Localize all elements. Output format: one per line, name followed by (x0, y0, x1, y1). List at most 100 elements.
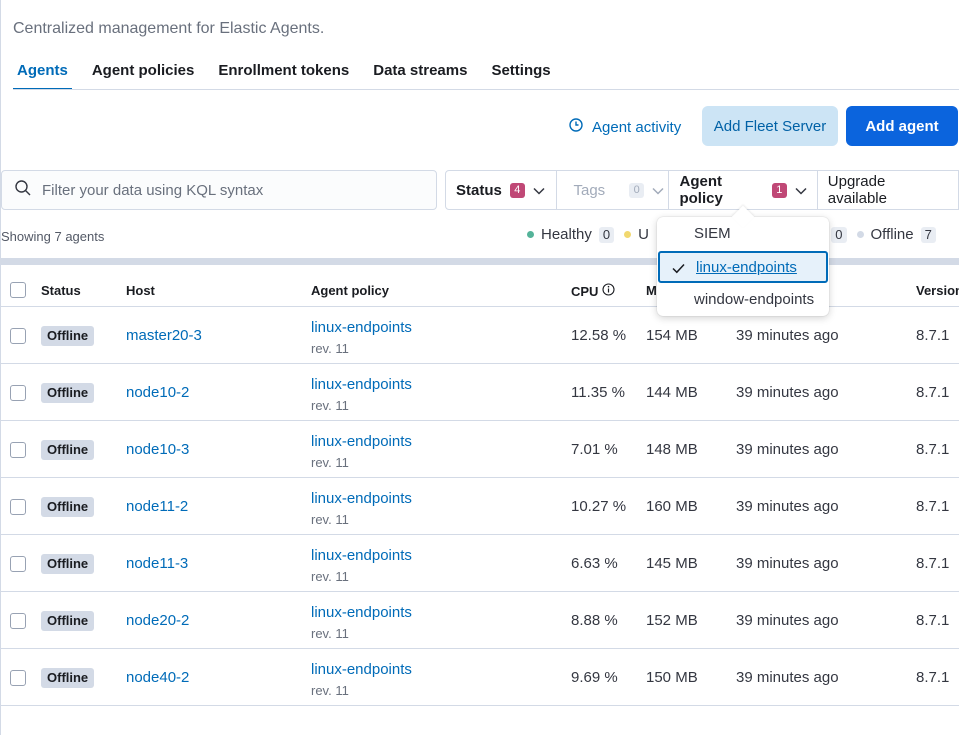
tab-settings[interactable]: Settings (487, 60, 554, 90)
cpu-value: 12.58 % (571, 327, 627, 344)
page-subtitle: Centralized management for Elastic Agent… (13, 20, 325, 37)
chevron-down-icon (652, 182, 664, 199)
cpu-value: 6.63 % (571, 555, 618, 572)
version-value: 8.7.1 (916, 327, 950, 344)
last-activity: 39 minutes ago (736, 327, 839, 344)
add-fleet-server-button[interactable]: Add Fleet Server (702, 106, 838, 146)
host-link[interactable]: node40-2 (126, 669, 189, 686)
policy-option-linux-endpoints[interactable]: linux-endpoints (658, 251, 828, 283)
header-status[interactable]: Status (41, 283, 81, 298)
cpu-value: 8.88 % (571, 612, 618, 629)
policy-link[interactable]: linux-endpoints (311, 376, 412, 393)
policy-link[interactable]: linux-endpoints (311, 319, 412, 336)
policy-option-window-endpoints[interactable]: window-endpoints (658, 284, 828, 315)
tab-agents[interactable]: Agents (13, 60, 72, 90)
agent-policy-dropdown: SIEM linux-endpoints window-endpoints (657, 205, 829, 316)
policy-revision: rev. 11 (311, 512, 349, 527)
table-row: Offline node40-2 linux-endpoints rev. 11… (1, 649, 959, 706)
header-cpu[interactable]: CPU (571, 283, 616, 299)
unhealthy-dot-icon (624, 231, 632, 238)
table-row: Offline node20-2 linux-endpoints rev. 11… (1, 592, 959, 649)
offline-dot-icon (856, 231, 864, 238)
tab-agent-policies[interactable]: Agent policies (88, 60, 199, 90)
policy-revision: rev. 11 (311, 683, 349, 698)
table-row: Offline node11-3 linux-endpoints rev. 11… (1, 535, 959, 592)
upgrade-available-filter-button[interactable]: Upgrade available (818, 171, 958, 209)
policy-revision: rev. 11 (311, 626, 349, 641)
policy-option-siem[interactable]: SIEM (658, 218, 828, 249)
version-value: 8.7.1 (916, 441, 950, 458)
table-row: Offline node10-3 linux-endpoints rev. 11… (1, 421, 959, 478)
kql-search-bar (1, 170, 437, 210)
memory-value: 145 MB (646, 555, 698, 572)
policy-revision: rev. 11 (311, 455, 349, 470)
tab-enrollment-tokens[interactable]: Enrollment tokens (214, 60, 353, 90)
tags-filter-button[interactable]: Tags 0 (557, 171, 670, 209)
header-agent-policy[interactable]: Agent policy (311, 283, 389, 298)
legend-updating-count: 0 (831, 226, 847, 243)
status-badge: Offline (41, 326, 95, 346)
status-badge: Offline (41, 554, 95, 574)
agent-policy-filter-count: 1 (771, 182, 787, 198)
legend-healthy: Healthy 0 (527, 226, 615, 243)
status-filter-count: 4 (509, 182, 525, 198)
status-badge: Offline (41, 611, 95, 631)
row-checkbox[interactable] (10, 613, 26, 629)
legend-healthy-count: 0 (598, 226, 615, 243)
select-all-checkbox[interactable] (10, 282, 26, 298)
row-checkbox[interactable] (10, 670, 26, 686)
policy-link[interactable]: linux-endpoints (311, 547, 412, 564)
agent-activity-button[interactable]: Agent activity (568, 116, 681, 138)
policy-link[interactable]: linux-endpoints (311, 604, 412, 621)
version-value: 8.7.1 (916, 669, 950, 686)
row-checkbox[interactable] (10, 556, 26, 572)
last-activity: 39 minutes ago (736, 384, 839, 401)
policy-option-label: SIEM (694, 225, 731, 242)
healthy-dot-icon (527, 231, 534, 238)
memory-value: 148 MB (646, 441, 698, 458)
header-memory[interactable]: M (646, 283, 657, 298)
status-badge: Offline (41, 668, 95, 688)
status-filter-button[interactable]: Status 4 (446, 171, 558, 209)
agent-activity-label: Agent activity (592, 118, 682, 136)
chevron-down-icon (795, 182, 807, 199)
tab-data-streams[interactable]: Data streams (369, 60, 471, 90)
row-checkbox[interactable] (10, 328, 26, 344)
add-agent-button[interactable]: Add agent (846, 106, 958, 146)
status-badge: Offline (41, 497, 95, 517)
policy-link[interactable]: linux-endpoints (311, 490, 412, 507)
tabs-divider (13, 89, 959, 90)
host-link[interactable]: master20-3 (126, 327, 202, 344)
row-checkbox[interactable] (10, 499, 26, 515)
host-link[interactable]: node10-2 (126, 384, 189, 401)
row-checkbox[interactable] (10, 442, 26, 458)
tags-filter-label: Tags (573, 181, 606, 199)
last-activity: 39 minutes ago (736, 498, 839, 515)
host-link[interactable]: node11-3 (126, 555, 188, 572)
legend-unhealthy-label: U (638, 226, 649, 243)
policy-link[interactable]: linux-endpoints (311, 661, 412, 678)
host-link[interactable]: node11-2 (126, 498, 188, 515)
last-activity: 39 minutes ago (736, 441, 839, 458)
header-host[interactable]: Host (126, 283, 155, 298)
legend-offline-label: Offline (870, 226, 914, 243)
host-link[interactable]: node10-3 (126, 441, 189, 458)
legend-unhealthy: U (624, 226, 649, 243)
policy-option-label: window-endpoints (694, 291, 815, 308)
host-link[interactable]: node20-2 (126, 612, 189, 629)
header-version[interactable]: Version (916, 283, 959, 298)
agent-policy-filter-button[interactable]: Agent policy 1 (669, 171, 818, 209)
memory-value: 160 MB (646, 498, 698, 515)
row-checkbox[interactable] (10, 385, 26, 401)
showing-count: Showing 7 agents (1, 229, 105, 244)
legend-offline: Offline 7 (856, 226, 936, 243)
version-value: 8.7.1 (916, 555, 950, 572)
policy-link[interactable]: linux-endpoints (311, 433, 412, 450)
status-filter-label: Status (456, 181, 502, 199)
policy-revision: rev. 11 (311, 398, 349, 413)
filter-group: Status 4 Tags 0 Agent policy 1 Upgrade a… (445, 170, 959, 210)
version-value: 8.7.1 (916, 498, 950, 515)
status-badge: Offline (41, 440, 95, 460)
search-input[interactable] (42, 181, 422, 199)
table-row: Offline node11-2 linux-endpoints rev. 11… (1, 478, 959, 535)
